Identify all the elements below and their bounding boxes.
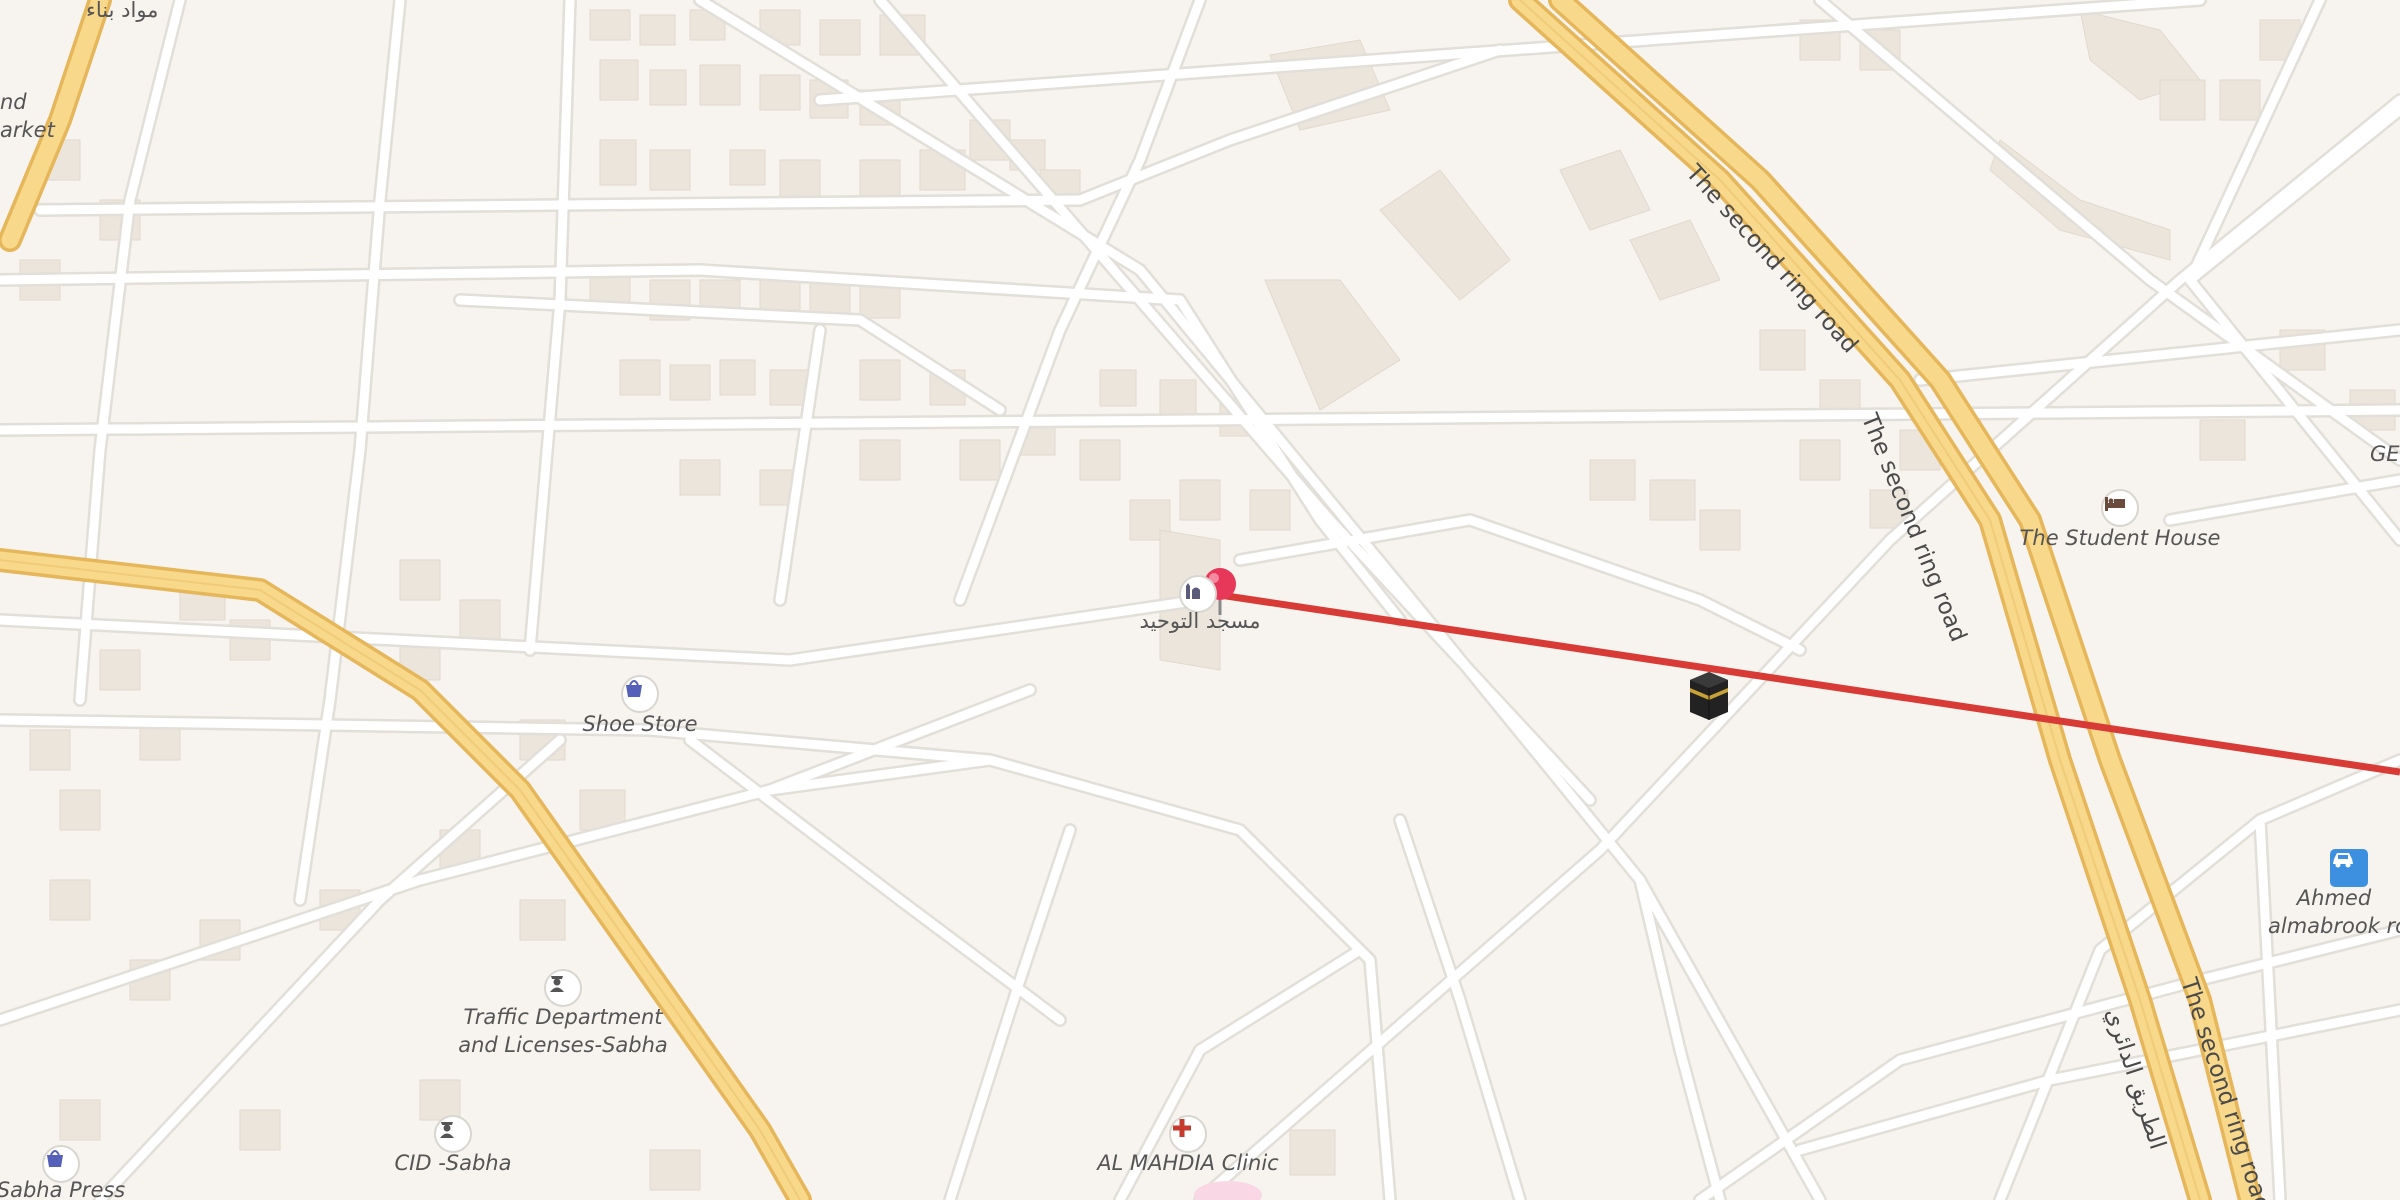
traffic-department-line1: Traffic Department	[463, 1005, 663, 1029]
cid-label: CID -Sabha	[394, 1151, 512, 1175]
traffic-department-label: Traffic Department and Licenses-Sabha	[458, 1003, 668, 1060]
pink-area	[1194, 1181, 1262, 1200]
market-label: nd arket	[0, 88, 55, 145]
map-canvas[interactable]: The second ring road The second ring roa…	[0, 0, 2400, 1200]
market-line1: nd	[0, 90, 27, 114]
pin-label: مسجد التوحيد	[1139, 609, 1261, 633]
direction-line	[1199, 588, 2400, 776]
ahmed-almabrook-label: Ahmed almabrook ro	[2268, 884, 2400, 941]
shopping-bag-icon[interactable]	[621, 675, 659, 713]
ahmed-line2: almabrook ro	[2268, 914, 2400, 939]
student-house-label: The Student House	[2019, 526, 2221, 550]
car-icon[interactable]	[2330, 849, 2368, 887]
ahmed-line1: Ahmed	[2296, 886, 2372, 910]
police-officer-icon[interactable]	[434, 1115, 472, 1153]
ge-label: GE	[2370, 442, 2400, 466]
police-officer-icon[interactable]	[544, 969, 582, 1007]
press-label: Sabha Press	[0, 1178, 126, 1200]
red-cross-icon[interactable]	[1169, 1115, 1207, 1153]
clinic-label: AL MAHDIA Clinic	[1097, 1151, 1279, 1175]
shoe-store-label: Shoe Store	[582, 712, 698, 736]
market-line2: arket	[0, 118, 55, 143]
bed-icon[interactable]	[2101, 489, 2139, 527]
traffic-department-line2: and Licenses-Sabha	[458, 1033, 668, 1058]
materials-label: مواد بناء	[86, 0, 159, 22]
